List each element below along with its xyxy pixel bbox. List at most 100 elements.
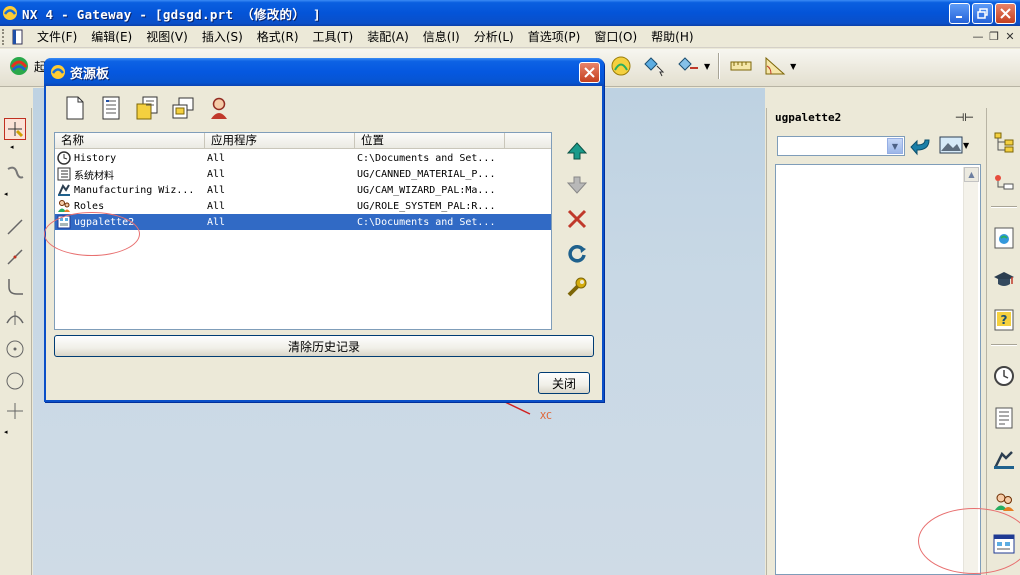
open-directory-palette-button[interactable] xyxy=(134,94,160,122)
menu-information[interactable]: 信息(I) xyxy=(416,28,467,45)
select-point-button[interactable] xyxy=(4,118,26,140)
move-down-button[interactable] xyxy=(564,172,590,198)
close-icon xyxy=(584,67,595,78)
minimize-button[interactable] xyxy=(949,3,970,24)
new-palette-button[interactable] xyxy=(62,94,88,122)
history-tab[interactable] xyxy=(990,362,1018,390)
measure-angle-button[interactable] xyxy=(762,53,788,79)
collapse-arrow-icon[interactable]: ◂ xyxy=(4,190,8,198)
document-window-controls: — ❐ ✕ xyxy=(972,30,1016,43)
refresh-palette-button[interactable] xyxy=(564,240,590,266)
assembly-tree-icon xyxy=(994,132,1014,153)
point-button[interactable] xyxy=(4,400,26,422)
menu-grip[interactable] xyxy=(2,28,8,45)
collapse-arrow-icon[interactable]: ◂ xyxy=(4,428,8,436)
palette-title: ugpalette2 xyxy=(775,111,842,124)
open-palette-file-button[interactable] xyxy=(98,94,124,122)
minimize-icon xyxy=(955,15,962,18)
row-name: Roles xyxy=(74,200,105,212)
fillet-icon xyxy=(8,279,23,295)
analysis-tool-button[interactable] xyxy=(608,53,634,79)
chevron-down-icon[interactable]: ▼ xyxy=(887,138,903,154)
row-name: History xyxy=(74,152,117,164)
menu-edit[interactable]: 编辑(E) xyxy=(84,28,139,45)
roles-button[interactable] xyxy=(206,94,232,122)
roles-icon xyxy=(58,200,70,212)
collapse-arrow-icon[interactable]: ◂ xyxy=(10,143,14,151)
table-row[interactable]: Manufacturing Wiz... All UG/CAM_WIZARD_P… xyxy=(55,182,551,198)
menu-preferences[interactable]: 首选项(P) xyxy=(521,28,588,45)
remove-palette-button[interactable] xyxy=(564,206,590,232)
palette-selector[interactable]: ▼ xyxy=(777,136,905,156)
manufacturing-wizard-tab[interactable] xyxy=(990,446,1018,474)
start-button[interactable]: 起 xyxy=(8,55,46,77)
fillet-curve-button[interactable] xyxy=(4,276,26,298)
back-arrow-icon[interactable] xyxy=(909,136,933,158)
assembly-navigator-tab[interactable] xyxy=(990,128,1018,156)
directory-palette-icon xyxy=(136,96,158,120)
menu-insert[interactable]: 插入(S) xyxy=(195,28,250,45)
row-name-cell: Manufacturing Wiz... xyxy=(55,183,205,197)
dialog-close-x-button[interactable] xyxy=(579,62,600,83)
doc-restore-icon[interactable]: ❐ xyxy=(988,30,1000,43)
open-template-palette-button[interactable] xyxy=(170,94,196,122)
close-button[interactable]: 关闭 xyxy=(538,372,590,394)
column-header-application[interactable]: 应用程序 xyxy=(205,133,355,149)
web-browser-tab[interactable] xyxy=(990,224,1018,252)
document-icon[interactable] xyxy=(12,29,24,45)
dialog-title-bar[interactable]: 资源板 xyxy=(44,58,604,86)
clear-history-button[interactable]: 清除历史记录 xyxy=(54,335,594,357)
close-window-button[interactable] xyxy=(995,3,1016,24)
show-hide-button[interactable] xyxy=(642,53,668,79)
menu-assembly[interactable]: 装配(A) xyxy=(360,28,416,45)
resource-bar: ? xyxy=(986,108,1020,575)
menu-format[interactable]: 格式(R) xyxy=(250,28,306,45)
diamond-cursor-icon xyxy=(644,57,665,77)
line-button[interactable] xyxy=(4,216,26,238)
part-navigator-tab[interactable] xyxy=(990,170,1018,198)
table-row[interactable]: History All C:\Documents and Set... xyxy=(55,150,551,166)
column-header-name[interactable]: 名称 xyxy=(55,133,205,149)
arrow-down-icon xyxy=(566,176,588,194)
restore-button[interactable] xyxy=(972,3,993,24)
pin-icon[interactable]: ⊣⊢ xyxy=(955,111,974,124)
column-header-location[interactable]: 位置 xyxy=(355,133,505,149)
column-header-filler xyxy=(505,133,551,149)
training-tab[interactable] xyxy=(990,266,1018,294)
view-options-button[interactable]: ▼ xyxy=(939,134,969,156)
blank-toggle-button[interactable] xyxy=(676,53,702,79)
palette-properties-button[interactable] xyxy=(564,274,590,300)
table-row[interactable]: 系统材料 All UG/CANNED_MATERIAL_P... xyxy=(55,166,551,182)
doc-close-icon[interactable]: ✕ xyxy=(1004,30,1016,43)
line-2-button[interactable] xyxy=(4,246,26,268)
circle-button[interactable] xyxy=(4,370,26,392)
scroll-up-icon[interactable]: ▲ xyxy=(964,167,979,182)
circle-center-button[interactable] xyxy=(4,338,26,360)
move-up-button[interactable] xyxy=(564,138,590,164)
menu-tools[interactable]: 工具(T) xyxy=(306,28,361,45)
row-application: All xyxy=(207,152,226,164)
graduation-cap-icon xyxy=(994,272,1014,286)
arrow-up-icon xyxy=(566,142,588,160)
window-controls xyxy=(949,3,1016,24)
measure-distance-button[interactable] xyxy=(728,53,754,79)
dropdown-arrow-icon[interactable]: ▼ xyxy=(790,62,796,71)
table-row[interactable]: Roles All UG/ROLE_SYSTEM_PAL:R... xyxy=(55,198,551,214)
arc-button[interactable] xyxy=(4,306,26,328)
circle-center-icon xyxy=(6,340,24,358)
sketch-button[interactable] xyxy=(4,162,26,184)
system-materials-tab[interactable] xyxy=(990,404,1018,432)
menu-help[interactable]: 帮助(H) xyxy=(644,28,700,45)
toolbar-separator xyxy=(718,53,721,79)
line-points-icon xyxy=(7,249,23,265)
dropdown-arrow-icon[interactable]: ▼ xyxy=(704,62,710,71)
menu-window[interactable]: 窗口(O) xyxy=(587,28,644,45)
menu-view[interactable]: 视图(V) xyxy=(139,28,195,45)
menu-file[interactable]: 文件(F) xyxy=(30,28,84,45)
doc-minimize-icon[interactable]: — xyxy=(972,30,984,43)
help-tab[interactable]: ? xyxy=(990,306,1018,334)
menu-analysis[interactable]: 分析(L) xyxy=(467,28,521,45)
material-book-icon xyxy=(995,407,1013,429)
nx-app-icon[interactable] xyxy=(2,5,18,21)
dropdown-arrow-icon[interactable]: ▼ xyxy=(963,141,969,150)
